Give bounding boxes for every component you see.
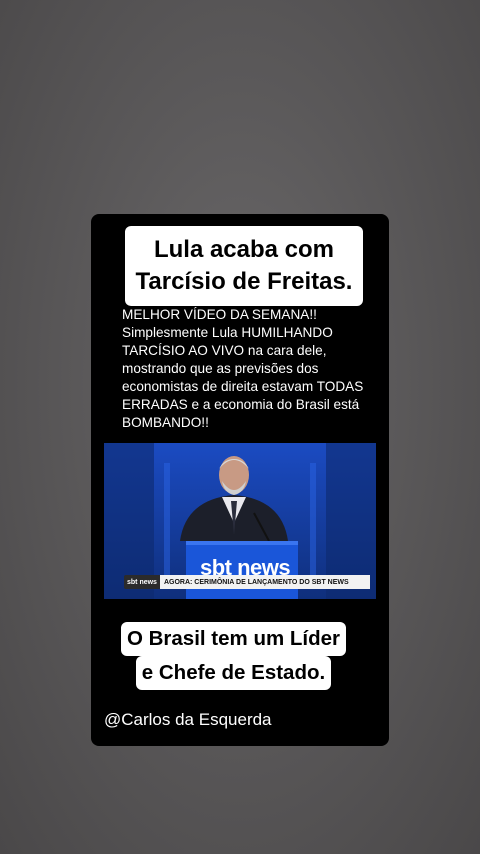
title-line-1: Lula acaba com [153,236,335,263]
caption-line-2: e Chefe de Estado. [135,656,332,690]
caption-box: O Brasil tem um Líder e Chefe de Estado. [117,622,350,692]
lower-third-headline: AGORA: CERIMÔNIA DE LANÇAMENTO DO SBT NE… [159,575,370,589]
title-line-2: Tarcísio de Freitas. [135,268,353,295]
caption-line-1: O Brasil tem um Líder [120,622,347,656]
title-box: Lula acaba com Tarcísio de Freitas. [125,226,363,306]
story-card: Lula acaba com Tarcísio de Freitas. MELH… [91,214,389,746]
video-player[interactable]: sbt news sbt news AGORA: CERIMÔNIA DE LA… [104,443,376,599]
news-lower-third: sbt news AGORA: CERIMÔNIA DE LANÇAMENTO … [124,575,370,589]
lower-third-logo: sbt news [124,575,160,589]
author-handle: @Carlos da Esquerda [104,710,272,729]
story-body-text: MELHOR VÍDEO DA SEMANA!! Simplesmente Lu… [122,307,364,430]
